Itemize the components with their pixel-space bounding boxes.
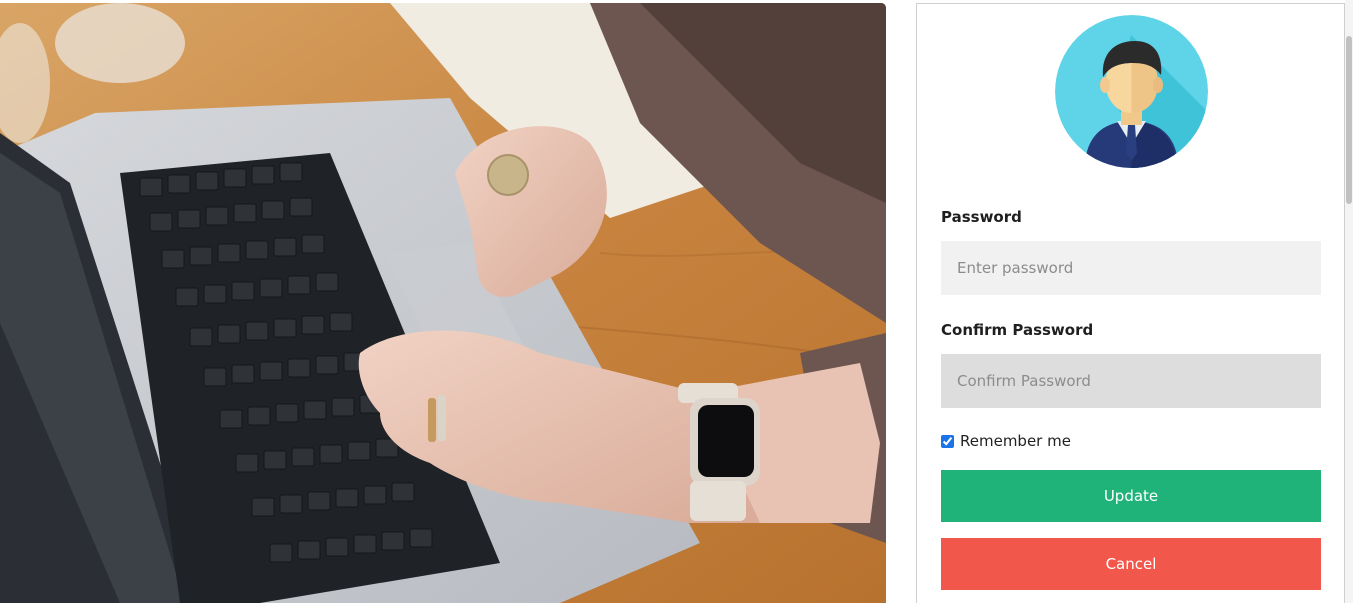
cancel-button[interactable]: Cancel (941, 538, 1321, 590)
remember-me: Remember me (941, 432, 1071, 450)
remember-me-checkbox[interactable] (941, 434, 954, 448)
confirm-password-label: Confirm Password (941, 321, 1094, 339)
scrollbar-thumb[interactable] (1346, 36, 1352, 204)
page: Password Confirm Password Remember me Up… (0, 0, 1353, 603)
update-button[interactable]: Update (941, 470, 1321, 522)
remember-me-label[interactable]: Remember me (960, 432, 1071, 450)
hero-image (0, 3, 886, 603)
scrollbar[interactable] (1345, 0, 1353, 603)
password-label: Password (941, 208, 1022, 226)
password-input[interactable] (941, 241, 1321, 295)
update-password-form: Password Confirm Password Remember me Up… (916, 3, 1345, 603)
user-avatar-icon (1055, 15, 1208, 168)
confirm-password-input[interactable] (941, 354, 1321, 408)
